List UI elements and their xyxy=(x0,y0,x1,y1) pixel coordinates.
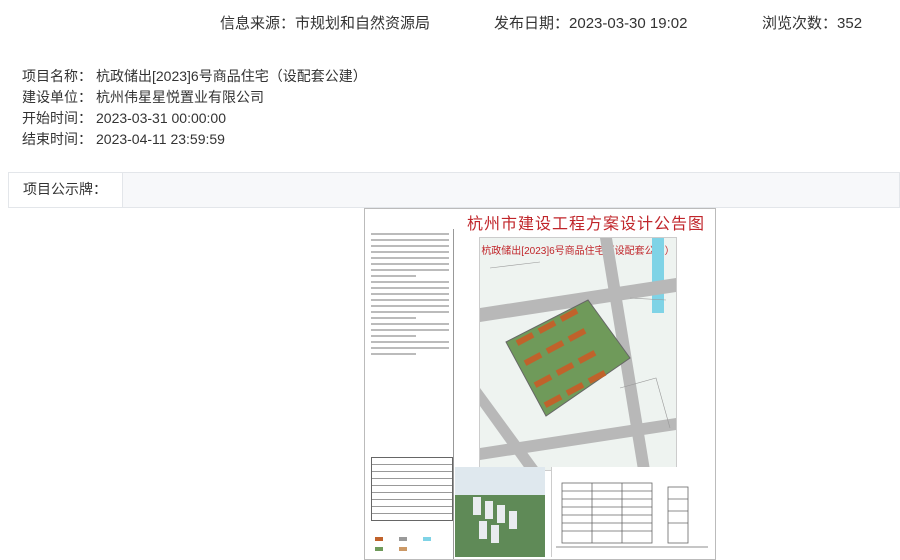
date-label: 发布日期： xyxy=(494,15,570,32)
building-elevation xyxy=(551,467,712,557)
views-label: 浏览次数： xyxy=(762,15,838,32)
project-board-image[interactable]: 杭州市建设工程方案设计公告图 杭政储出[2023]6号商品住宅（设配套公建） xyxy=(364,208,716,560)
developer-row: 建设单位： 杭州伟星星悦置业有限公司 xyxy=(22,87,367,108)
project-info: 项目名称： 杭政储出[2023]6号商品住宅（设配套公建） 建设单位： 杭州伟星星悦… xyxy=(22,66,367,150)
end-time-row: 结束时间： 2023-04-11 23:59:59 xyxy=(22,129,367,150)
tab-project-board[interactable]: 项目公示牌： xyxy=(9,173,123,207)
developer-value: 杭州伟星星悦置业有限公司 xyxy=(96,89,264,105)
info-source: 信息来源：市规划和自然资源局 xyxy=(220,12,430,33)
start-time-label: 开始时间： xyxy=(22,110,92,126)
site-plan-drawing xyxy=(480,238,676,470)
source-label: 信息来源： xyxy=(220,15,296,32)
poster-description-column xyxy=(367,229,454,559)
project-name-value: 杭政储出[2023]6号商品住宅（设配套公建） xyxy=(96,68,367,84)
poster-title: 杭州市建设工程方案设计公告图 xyxy=(466,214,705,233)
project-name-label: 项目名称： xyxy=(22,68,92,84)
tab-bar: 项目公示牌： xyxy=(8,172,900,208)
start-time-value: 2023-03-31 00:00:00 xyxy=(96,110,226,126)
start-time-row: 开始时间： 2023-03-31 00:00:00 xyxy=(22,108,367,129)
developer-label: 建设单位： xyxy=(22,89,92,105)
source-value: 市规划和自然资源局 xyxy=(295,15,431,32)
project-name-row: 项目名称： 杭政储出[2023]6号商品住宅（设配套公建） xyxy=(22,66,367,87)
aerial-rendering xyxy=(455,467,545,557)
end-time-value: 2023-04-11 23:59:59 xyxy=(96,131,225,147)
aerial-rendering-drawing xyxy=(455,467,545,557)
view-count: 浏览次数：352 xyxy=(762,12,862,33)
poster-stat-table xyxy=(371,457,453,521)
date-value: 2023-03-30 19:02 xyxy=(569,15,688,32)
end-time-label: 结束时间： xyxy=(22,131,92,147)
publish-date: 发布日期：2023-03-30 19:02 xyxy=(494,12,687,33)
site-plan: 杭政储出[2023]6号商品住宅（设配套公建） xyxy=(479,237,677,471)
views-value: 352 xyxy=(837,15,863,32)
poster-legend xyxy=(373,531,453,559)
building-elevation-drawing xyxy=(556,482,708,548)
